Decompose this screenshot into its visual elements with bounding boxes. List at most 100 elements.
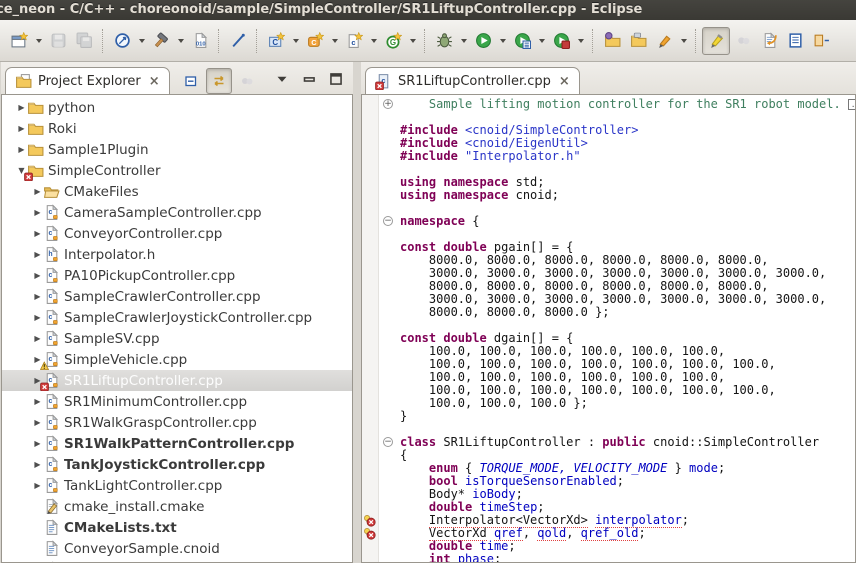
toolbar-button-next-annotation-icon[interactable] bbox=[808, 28, 834, 54]
tree-item-CMakeLists.txt[interactable]: CMakeLists.txt bbox=[2, 517, 352, 538]
toolbar-button-open-resource-icon[interactable] bbox=[625, 28, 651, 54]
collapsed-arrow-icon[interactable]: ▶ bbox=[32, 460, 43, 469]
tree-item-Sample1Plugin[interactable]: ▶Sample1Plugin bbox=[2, 139, 352, 160]
toolbar-button-build-icon[interactable] bbox=[148, 28, 174, 54]
toolbar-button-open-type-icon[interactable] bbox=[599, 28, 625, 54]
code-text[interactable]: Sample lifting motion controller for the… bbox=[400, 95, 855, 562]
view-menu-icon[interactable] bbox=[273, 70, 291, 88]
toolbar-button-coverage-icon[interactable] bbox=[548, 28, 574, 54]
tree-item-SR1WalkPatternController.cpp[interactable]: ▶cSR1WalkPatternController.cpp bbox=[2, 433, 352, 454]
dropdown-arrow-icon[interactable] bbox=[457, 28, 470, 54]
dropdown-arrow-icon[interactable] bbox=[406, 28, 419, 54]
link-editor-icon[interactable] bbox=[206, 68, 232, 94]
tree-item-SimpleVehicle.cpp[interactable]: ▶cSimpleVehicle.cpp bbox=[2, 349, 352, 370]
collapse-all-icon[interactable] bbox=[179, 69, 203, 93]
toolbar-button-show-source-icon[interactable] bbox=[782, 28, 808, 54]
window-title-bar[interactable]: ce_neon - C/C++ - choreonoid/sample/Simp… bbox=[0, 0, 856, 20]
fold-row[interactable]: − bbox=[379, 215, 400, 228]
toolbar-button-highlight-icon[interactable] bbox=[702, 27, 730, 55]
dropdown-arrow-icon[interactable] bbox=[367, 28, 380, 54]
dropdown-arrow-icon[interactable] bbox=[677, 28, 690, 54]
collapsed-arrow-icon[interactable]: ▶ bbox=[32, 439, 43, 448]
error-quickfix-icon[interactable] bbox=[363, 514, 377, 527]
close-icon[interactable]: × bbox=[559, 75, 570, 88]
annotation-ruler[interactable] bbox=[362, 95, 379, 562]
toolbar-button-new-target-icon[interactable]: G bbox=[380, 28, 406, 54]
dropdown-arrow-icon[interactable] bbox=[289, 28, 302, 54]
collapsed-arrow-icon[interactable]: ▶ bbox=[32, 208, 43, 217]
collapsed-arrow-icon[interactable]: ▶ bbox=[32, 250, 43, 259]
toolbar-button-new-wizard-icon[interactable] bbox=[6, 28, 32, 54]
collapsed-arrow-icon[interactable]: ▶ bbox=[32, 187, 43, 196]
tree-item-PA10PickupController.cpp[interactable]: ▶cPA10PickupController.cpp bbox=[2, 265, 352, 286]
dropdown-arrow-icon[interactable] bbox=[32, 28, 45, 54]
collapsed-arrow-icon[interactable]: ▶ bbox=[32, 313, 43, 322]
tree-item-Roki[interactable]: ▶Roki bbox=[2, 118, 352, 139]
close-icon[interactable]: × bbox=[149, 75, 160, 88]
toolbar-button-mark-occurrences-icon[interactable] bbox=[651, 28, 677, 54]
tree-item-CameraSampleController.cpp[interactable]: ▶cCameraSampleController.cpp bbox=[2, 202, 352, 223]
collapsed-arrow-icon[interactable]: ▶ bbox=[16, 124, 27, 133]
code-line[interactable]: namespace { bbox=[400, 215, 855, 228]
folding-ruler[interactable]: + − − bbox=[379, 95, 400, 562]
tree-item-ConveyorController.cpp[interactable]: ▶cConveyorController.cpp bbox=[2, 223, 352, 244]
collapsed-arrow-icon[interactable]: ▶ bbox=[32, 229, 43, 238]
tab-project-explorer[interactable]: Project Explorer × bbox=[5, 67, 170, 94]
collapsed-arrow-icon[interactable]: ▶ bbox=[32, 481, 43, 490]
code-line[interactable]: 8000.0, 8000.0, 8000.0 }; bbox=[400, 306, 855, 319]
tree-item-Makefile[interactable]: Makefile bbox=[2, 559, 352, 563]
tree-item-python[interactable]: ▶python bbox=[2, 97, 352, 118]
toolbar-button-new-c-project-icon[interactable]: C bbox=[263, 28, 289, 54]
toolbar-button-debug-icon[interactable] bbox=[431, 28, 457, 54]
tree-item-SR1WalkGraspController.cpp[interactable]: ▶cSR1WalkGraspController.cpp bbox=[2, 412, 352, 433]
error-quickfix-icon[interactable] bbox=[363, 527, 377, 540]
dropdown-arrow-icon[interactable] bbox=[328, 28, 341, 54]
tree-item-SampleCrawlerJoystickController.cpp[interactable]: ▶cSampleCrawlerJoystickController.cpp bbox=[2, 307, 352, 328]
collapsed-arrow-icon[interactable]: ▶ bbox=[32, 334, 43, 343]
error-marker-row[interactable] bbox=[362, 514, 378, 527]
toolbar-button-launch-config-icon[interactable] bbox=[109, 28, 135, 54]
code-editor[interactable]: + − − Sample lifting motion controller for… bbox=[362, 95, 855, 562]
code-line[interactable]: 100.0, 100.0, 100.0 }; bbox=[400, 397, 855, 410]
tree-item-SampleSV.cpp[interactable]: ▶cSampleSV.cpp bbox=[2, 328, 352, 349]
code-line[interactable]: #include "Interpolator.h" bbox=[400, 150, 855, 163]
minimize-icon[interactable] bbox=[300, 70, 318, 88]
tree-item-Interpolator.h[interactable]: ▶hInterpolator.h bbox=[2, 244, 352, 265]
error-marker-row[interactable] bbox=[362, 527, 378, 540]
collapsed-arrow-icon[interactable]: ▶ bbox=[32, 397, 43, 406]
toolbar-button-run-icon[interactable] bbox=[470, 28, 496, 54]
fold-row[interactable]: − bbox=[379, 436, 400, 449]
maximize-icon[interactable] bbox=[327, 70, 345, 88]
dropdown-arrow-icon[interactable] bbox=[174, 28, 187, 54]
tree-item-ConveyorSample.cnoid[interactable]: ConveyorSample.cnoid bbox=[2, 538, 352, 559]
toolbar-button-binary-icon[interactable]: 010 bbox=[187, 28, 213, 54]
toolbar-button-new-class-icon[interactable]: C bbox=[302, 28, 328, 54]
fold-row[interactable]: + bbox=[379, 98, 400, 111]
tree-item-cmake_install.cmake[interactable]: cmake_install.cmake bbox=[2, 496, 352, 517]
fold-collapse-icon[interactable]: − bbox=[383, 216, 393, 226]
toolbar-button-last-edit-icon[interactable] bbox=[756, 28, 782, 54]
fold-collapse-icon[interactable]: − bbox=[383, 437, 393, 447]
toolbar-button-search-pen-icon[interactable] bbox=[225, 28, 251, 54]
dropdown-arrow-icon[interactable] bbox=[496, 28, 509, 54]
fold-expand-icon[interactable]: + bbox=[383, 99, 393, 109]
tab-editor-file[interactable]: c SR1LiftupController.cpp × bbox=[365, 67, 580, 94]
code-line[interactable]: class SR1LiftupController : public cnoid… bbox=[400, 436, 855, 449]
toolbar-button-profile-icon[interactable] bbox=[509, 28, 535, 54]
tree-item-TankJoystickController.cpp[interactable]: ▶cTankJoystickController.cpp bbox=[2, 454, 352, 475]
dropdown-arrow-icon[interactable] bbox=[535, 28, 548, 54]
tree-item-SR1MinimumController.cpp[interactable]: ▶cSR1MinimumController.cpp bbox=[2, 391, 352, 412]
collapsed-arrow-icon[interactable]: ▶ bbox=[16, 145, 27, 154]
tree-item-CMakeFiles[interactable]: ▶CMakeFiles bbox=[2, 181, 352, 202]
tree-item-SR1LiftupController.cpp[interactable]: ▶cSR1LiftupController.cpp bbox=[2, 370, 352, 391]
code-line[interactable]: Sample lifting motion controller for the… bbox=[400, 98, 855, 111]
tree-item-TankLightController.cpp[interactable]: ▶cTankLightController.cpp bbox=[2, 475, 352, 496]
tree-item-SampleCrawlerController.cpp[interactable]: ▶cSampleCrawlerController.cpp bbox=[2, 286, 352, 307]
collapsed-arrow-icon[interactable]: ▶ bbox=[32, 418, 43, 427]
collapsed-arrow-icon[interactable]: ▶ bbox=[16, 103, 27, 112]
code-line[interactable]: using namespace cnoid; bbox=[400, 189, 855, 202]
folded-region-icon[interactable]: .. bbox=[848, 99, 855, 110]
code-line[interactable]: int phase; bbox=[400, 553, 855, 562]
code-line[interactable]: } bbox=[400, 410, 855, 423]
dropdown-arrow-icon[interactable] bbox=[135, 28, 148, 54]
